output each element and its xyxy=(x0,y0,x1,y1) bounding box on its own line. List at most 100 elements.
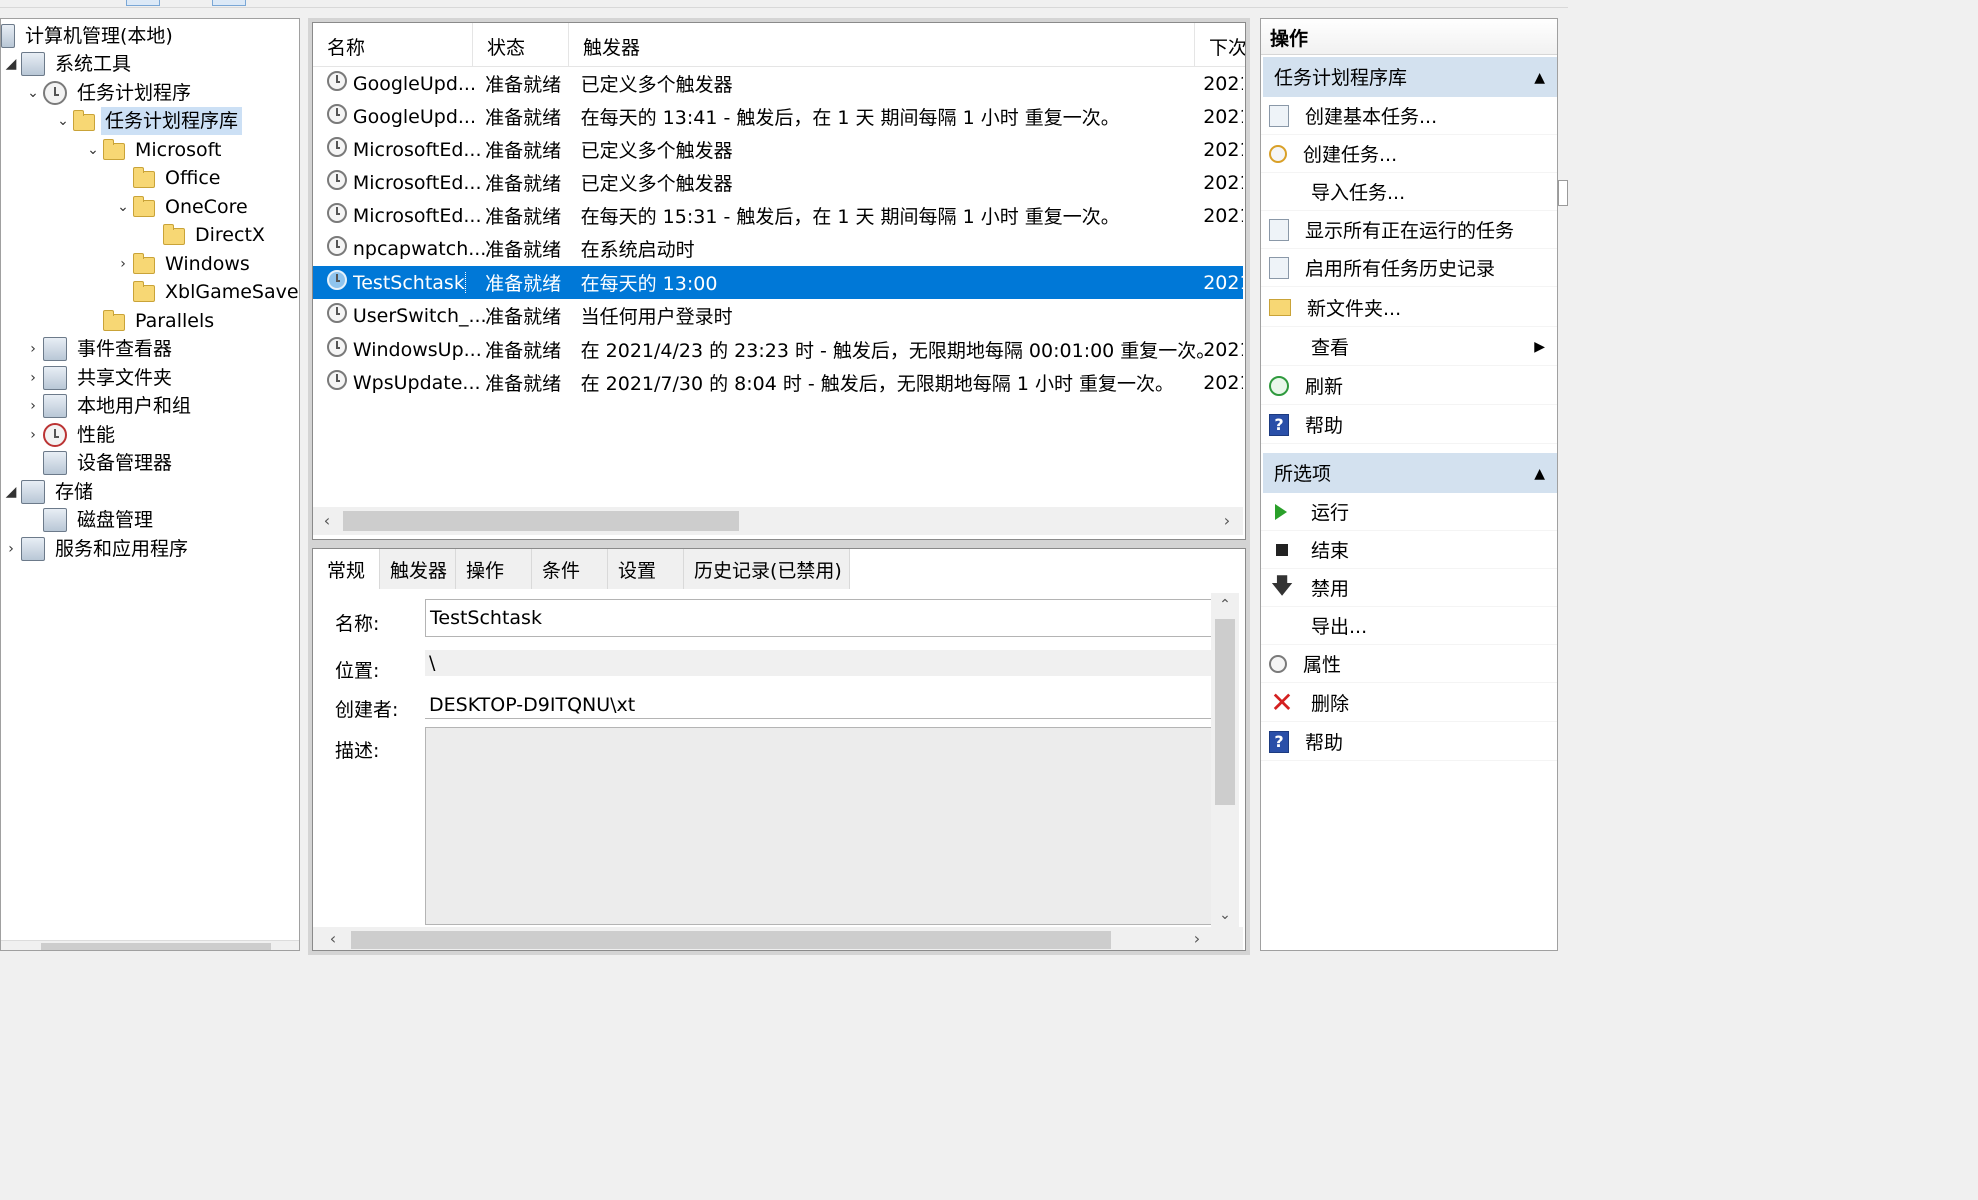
task-clock-icon xyxy=(327,170,347,190)
scroll-down-icon[interactable]: ⌄ xyxy=(1211,903,1239,927)
tree-item-shared-folders[interactable]: › 共享文件夹 xyxy=(23,364,176,392)
action-run[interactable]: 运行 xyxy=(1261,493,1557,531)
chevron-down-icon[interactable]: ⌄ xyxy=(23,79,43,107)
toolbar-button[interactable] xyxy=(126,0,160,6)
column-header-name[interactable]: 名称 xyxy=(313,23,473,67)
tree-item-xblgamesave[interactable]: XblGameSave xyxy=(113,278,299,306)
action-new-folder[interactable]: 新文件夹... xyxy=(1261,289,1557,327)
action-end[interactable]: 结束 xyxy=(1261,531,1557,569)
tree-item-storage[interactable]: ◢ 存储 xyxy=(1,478,97,506)
tree-item-parallels[interactable]: Parallels xyxy=(83,307,218,335)
folder-icon xyxy=(103,310,125,331)
chevron-right-icon[interactable]: › xyxy=(23,421,43,449)
tree-item-windows[interactable]: › Windows xyxy=(113,250,254,278)
tab-history[interactable]: 历史记录(已禁用) xyxy=(684,549,851,589)
tree-item-performance[interactable]: › 性能 xyxy=(23,421,119,449)
chevron-down-icon[interactable]: ⌄ xyxy=(113,193,133,221)
scrollbar-thumb[interactable] xyxy=(41,943,271,950)
task-row[interactable]: WpsUpdate... 准备就绪 在 2021/7/30 的 8:04 时 -… xyxy=(313,366,1243,399)
tree-item-disk-management[interactable]: 磁盘管理 xyxy=(23,506,157,534)
task-clock-icon xyxy=(327,71,347,91)
tree-item-onecore[interactable]: ⌄ OneCore xyxy=(113,193,252,221)
task-row[interactable]: GoogleUpd... 准备就绪 在每天的 13:41 - 触发后，在 1 天… xyxy=(313,100,1243,133)
scrollbar-thumb[interactable] xyxy=(343,511,739,531)
tree-item-services-applications[interactable]: › 服务和应用程序 xyxy=(1,535,192,563)
collapse-icon[interactable]: ◢ xyxy=(1,50,21,78)
tab-general[interactable]: 常规 xyxy=(313,549,381,589)
tree-item-local-users[interactable]: › 本地用户和组 xyxy=(23,392,195,420)
action-enable-history[interactable]: 启用所有任务历史记录 xyxy=(1261,249,1557,287)
task-row[interactable]: GoogleUpd... 准备就绪 已定义多个触发器 2021 xyxy=(313,67,1243,100)
task-clock-icon xyxy=(327,337,347,357)
description-field[interactable] xyxy=(425,727,1213,925)
chevron-down-icon[interactable]: ⌄ xyxy=(53,107,73,135)
name-field[interactable]: TestSchtask xyxy=(425,599,1213,637)
scroll-right-icon[interactable]: › xyxy=(1213,507,1241,535)
chevron-right-icon[interactable]: › xyxy=(1,535,21,563)
tree-item-microsoft[interactable]: ⌄ Microsoft xyxy=(83,136,225,164)
tree-item-computer-management[interactable]: 计算机管理(本地) xyxy=(1,22,177,50)
tab-settings[interactable]: 设置 xyxy=(608,549,685,589)
chevron-right-icon[interactable]: › xyxy=(23,364,43,392)
action-create-basic-task[interactable]: 创建基本任务... xyxy=(1261,97,1557,135)
tree-item-event-viewer[interactable]: › 事件查看器 xyxy=(23,335,176,363)
task-row-selected[interactable]: TestSchtask 准备就绪 在每天的 13:00 2021 xyxy=(313,266,1243,299)
scrollbar-thumb[interactable] xyxy=(351,931,1111,949)
tree-item-directx[interactable]: DirectX xyxy=(143,221,269,249)
scroll-right-icon[interactable]: › xyxy=(1183,927,1211,950)
folder-icon xyxy=(163,224,185,245)
navigation-tree: 计算机管理(本地) ◢ 系统工具 ⌄ 任务计划程序 ⌄ 任务计划程序库 ⌄ Mi… xyxy=(0,18,300,951)
task-clock-icon xyxy=(327,270,347,290)
detail-horizontal-scrollbar[interactable]: ‹ › xyxy=(313,927,1243,950)
tree-item-device-manager[interactable]: 设备管理器 xyxy=(23,449,176,477)
scroll-left-icon[interactable]: ‹ xyxy=(313,507,341,535)
task-row[interactable]: MicrosoftEd... 准备就绪 在每天的 15:31 - 触发后，在 1… xyxy=(313,199,1243,232)
tab-actions[interactable]: 操作 xyxy=(456,549,533,589)
action-export[interactable]: 导出... xyxy=(1261,607,1557,645)
tree-item-task-scheduler-library[interactable]: ⌄ 任务计划程序库 xyxy=(53,107,243,135)
tab-triggers[interactable]: 触发器 xyxy=(380,549,457,589)
toolbar-button[interactable] xyxy=(212,0,246,6)
collapse-caret-icon[interactable]: ▲ xyxy=(1534,57,1545,99)
chevron-right-icon[interactable]: › xyxy=(23,392,43,420)
section-selected-item[interactable]: 所选项 ▲ xyxy=(1263,453,1557,493)
tab-conditions[interactable]: 条件 xyxy=(532,549,609,589)
task-clock-icon xyxy=(327,236,347,256)
column-header-next-run[interactable]: 下次 xyxy=(1195,23,1245,67)
chevron-right-icon[interactable]: › xyxy=(113,250,133,278)
section-task-library[interactable]: 任务计划程序库 ▲ xyxy=(1263,57,1557,97)
action-view[interactable]: 查看 ▶ xyxy=(1261,328,1557,366)
tree-item-task-scheduler[interactable]: ⌄ 任务计划程序 xyxy=(23,79,195,107)
action-refresh[interactable]: 刷新 xyxy=(1261,367,1557,405)
detail-vertical-scrollbar[interactable]: ⌃ ⌄ xyxy=(1211,593,1239,927)
tree-horizontal-scrollbar[interactable] xyxy=(1,940,299,950)
action-properties[interactable]: 属性 xyxy=(1261,645,1557,683)
action-create-task[interactable]: 创建任务... xyxy=(1261,135,1557,173)
column-header-state[interactable]: 状态 xyxy=(473,23,569,67)
action-show-running-tasks[interactable]: 显示所有正在运行的任务 xyxy=(1261,211,1557,249)
help-icon: ? xyxy=(1269,730,1289,753)
task-row[interactable]: UserSwitch_... 准备就绪 当任何用户登录时 xyxy=(313,299,1243,332)
action-disable[interactable]: 🡇 禁用 xyxy=(1261,569,1557,607)
action-delete[interactable]: ✕ 删除 xyxy=(1261,684,1557,722)
scroll-left-icon[interactable]: ‹ xyxy=(319,927,347,950)
task-row[interactable]: npcapwatch... 准备就绪 在系统启动时 xyxy=(313,232,1243,265)
chevron-down-icon[interactable]: ⌄ xyxy=(83,136,103,164)
tree-item-office[interactable]: Office xyxy=(113,164,224,192)
action-help-selected[interactable]: ? 帮助 xyxy=(1261,723,1557,761)
scroll-up-icon[interactable]: ⌃ xyxy=(1211,593,1239,617)
action-import-task[interactable]: 导入任务... xyxy=(1261,173,1557,211)
performance-icon xyxy=(43,423,67,447)
scrollbar-thumb[interactable] xyxy=(1215,619,1235,805)
column-header-trigger[interactable]: 触发器 xyxy=(569,23,1195,67)
collapse-caret-icon[interactable]: ▲ xyxy=(1534,453,1545,495)
task-row[interactable]: MicrosoftEd... 准备就绪 已定义多个触发器 2021 xyxy=(313,133,1243,166)
task-row[interactable]: MicrosoftEd... 准备就绪 已定义多个触发器 2021 xyxy=(313,166,1243,199)
task-row[interactable]: WindowsUp... 准备就绪 在 2021/4/23 的 23:23 时 … xyxy=(313,333,1243,366)
collapse-icon[interactable]: ◢ xyxy=(1,478,21,506)
task-clock-icon xyxy=(327,104,347,124)
action-help[interactable]: ? 帮助 xyxy=(1261,406,1557,444)
tree-item-system-tools[interactable]: ◢ 系统工具 xyxy=(1,50,135,78)
task-list-horizontal-scrollbar[interactable]: ‹ › xyxy=(313,507,1243,535)
chevron-right-icon[interactable]: › xyxy=(23,335,43,363)
